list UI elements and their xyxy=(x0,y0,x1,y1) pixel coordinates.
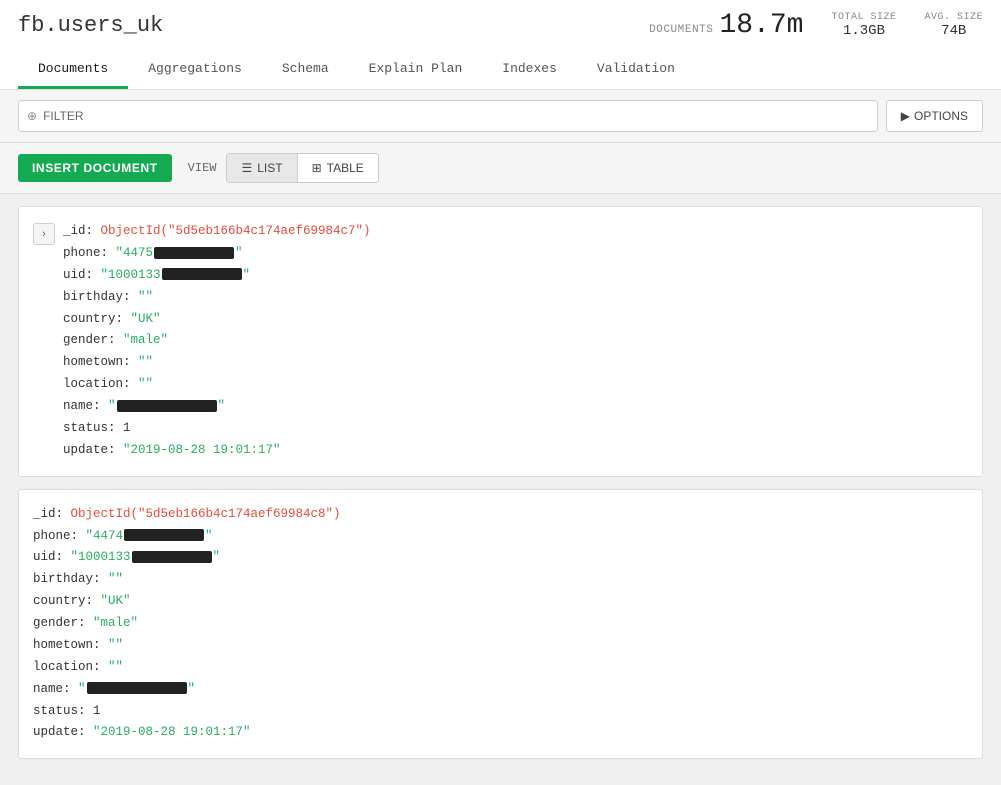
field-country: country: "UK" xyxy=(63,309,371,331)
filter-toolbar: ⊕ FILTER ▶ OPTIONS xyxy=(0,90,1001,143)
filter-input[interactable] xyxy=(90,109,869,124)
field-name: name: "" xyxy=(33,679,341,701)
tabs: Documents Aggregations Schema Explain Pl… xyxy=(18,51,983,89)
documents-label: DOCUMENTS xyxy=(649,24,713,36)
filter-bar: ⊕ FILTER xyxy=(18,100,878,132)
header-top: fb.users_uk DOCUMENTS 18.7m TOTAL SIZE 1… xyxy=(18,10,983,49)
chevron-right-icon: ▶ xyxy=(901,109,910,123)
documents-area: › _id: ObjectId("5d5eb166b4c174aef69984c… xyxy=(0,194,1001,783)
table-label: TABLE xyxy=(327,161,364,175)
field-birthday: birthday: "" xyxy=(63,287,371,309)
table-view-button[interactable]: ⊞ TABLE xyxy=(297,153,379,183)
header-stats: DOCUMENTS 18.7m TOTAL SIZE 1.3GB AVG. SI… xyxy=(649,10,983,41)
total-size-label: TOTAL SIZE xyxy=(831,12,896,23)
field-phone: phone: "4474" xyxy=(33,526,341,548)
options-label: OPTIONS xyxy=(914,109,968,123)
avg-size-value: 74B xyxy=(924,23,983,39)
document-row: _id: ObjectId("5d5eb166b4c174aef69984c8"… xyxy=(33,504,966,745)
tab-aggregations[interactable]: Aggregations xyxy=(128,51,262,89)
options-button[interactable]: ▶ OPTIONS xyxy=(886,100,983,132)
tab-validation[interactable]: Validation xyxy=(577,51,695,89)
document-card: _id: ObjectId("5d5eb166b4c174aef69984c8"… xyxy=(18,489,983,760)
field-gender: gender: "male" xyxy=(33,613,341,635)
field-status: status: 1 xyxy=(33,701,341,723)
document-card: › _id: ObjectId("5d5eb166b4c174aef69984c… xyxy=(18,206,983,477)
tab-indexes[interactable]: Indexes xyxy=(482,51,577,89)
field-id: _id: ObjectId("5d5eb166b4c174aef69984c7"… xyxy=(63,221,371,243)
list-icon: ☰ xyxy=(241,161,252,175)
table-icon: ⊞ xyxy=(312,161,322,175)
tab-explain-plan[interactable]: Explain Plan xyxy=(349,51,483,89)
field-hometown: hometown: "" xyxy=(33,635,341,657)
expand-button[interactable]: › xyxy=(33,223,55,245)
field-uid: uid: "1000133" xyxy=(63,265,371,287)
filter-label: FILTER xyxy=(43,109,83,123)
document-content: _id: ObjectId("5d5eb166b4c174aef69984c8"… xyxy=(33,504,341,745)
documents-stat: DOCUMENTS 18.7m xyxy=(649,10,803,41)
list-view-button[interactable]: ☰ LIST xyxy=(226,153,296,183)
list-label: LIST xyxy=(257,161,282,175)
tab-documents[interactable]: Documents xyxy=(18,51,128,89)
field-phone: phone: "4475" xyxy=(63,243,371,265)
app-container: fb.users_uk DOCUMENTS 18.7m TOTAL SIZE 1… xyxy=(0,0,1001,783)
header: fb.users_uk DOCUMENTS 18.7m TOTAL SIZE 1… xyxy=(0,0,1001,90)
field-location: location: "" xyxy=(63,374,371,396)
insert-document-button[interactable]: INSERT DOCUMENT xyxy=(18,154,172,182)
field-location: location: "" xyxy=(33,657,341,679)
view-label: VIEW xyxy=(188,161,217,175)
field-name: name: "" xyxy=(63,396,371,418)
field-country: country: "UK" xyxy=(33,591,341,613)
db-title: fb.users_uk xyxy=(18,13,163,38)
total-size-value: 1.3GB xyxy=(831,23,896,39)
field-birthday: birthday: "" xyxy=(33,569,341,591)
tab-schema[interactable]: Schema xyxy=(262,51,349,89)
avg-size-stat: AVG. SIZE 74B xyxy=(924,12,983,39)
filter-icon: ⊕ xyxy=(27,109,37,124)
document-content: _id: ObjectId("5d5eb166b4c174aef69984c7"… xyxy=(63,221,371,462)
document-row: › _id: ObjectId("5d5eb166b4c174aef69984c… xyxy=(33,221,966,462)
avg-size-label: AVG. SIZE xyxy=(924,12,983,23)
total-size-stat: TOTAL SIZE 1.3GB xyxy=(831,12,896,39)
field-status: status: 1 xyxy=(63,418,371,440)
field-update: update: "2019-08-28 19:01:17" xyxy=(33,722,341,744)
field-update: update: "2019-08-28 19:01:17" xyxy=(63,440,371,462)
documents-value: 18.7m xyxy=(719,10,803,41)
view-toggle: ☰ LIST ⊞ TABLE xyxy=(226,153,378,183)
field-id: _id: ObjectId("5d5eb166b4c174aef69984c8"… xyxy=(33,504,341,526)
field-uid: uid: "1000133" xyxy=(33,547,341,569)
field-gender: gender: "male" xyxy=(63,330,371,352)
action-bar: INSERT DOCUMENT VIEW ☰ LIST ⊞ TABLE xyxy=(0,143,1001,194)
field-hometown: hometown: "" xyxy=(63,352,371,374)
